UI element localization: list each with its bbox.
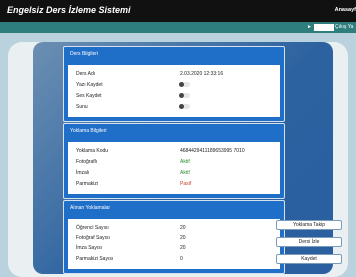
toggle-knob bbox=[179, 93, 184, 98]
attendance-info-body: Yoklama Kodu 4684429411189653995 7010 Fo… bbox=[68, 142, 280, 194]
photo-label: Fotoğraflı bbox=[76, 159, 98, 165]
presentation-label: Sunu bbox=[76, 104, 88, 110]
nav-home-link[interactable]: Anasayf bbox=[335, 7, 356, 13]
course-info-body: Ders Adı 2.03.2020 12:33:16 Yazı Kaydet … bbox=[68, 65, 280, 117]
photo-count-value: 20 bbox=[180, 235, 186, 241]
arrow-icon: ► bbox=[307, 24, 312, 30]
main-area: Ders Bilgileri Ders Adı 2.03.2020 12:33:… bbox=[0, 33, 356, 277]
course-info-panel: Ders Bilgileri Ders Adı 2.03.2020 12:33:… bbox=[63, 46, 285, 122]
signature-count-value: 20 bbox=[180, 245, 186, 251]
audio-record-toggle[interactable] bbox=[179, 93, 190, 98]
text-record-label: Yazı Kaydet bbox=[76, 82, 103, 88]
audio-record-label: Ses Kaydet bbox=[76, 93, 102, 99]
logout-link[interactable]: Çıkış Ya bbox=[335, 24, 353, 30]
attendance-code-value: 4684429411189653995 7010 bbox=[180, 148, 245, 154]
student-count-value: 20 bbox=[180, 225, 186, 231]
course-info-title: Ders Bilgileri bbox=[70, 51, 99, 57]
taken-attendance-body: Öğrenci Sayısı 20 Fotoğraf Sayısı 20 İmz… bbox=[68, 219, 280, 269]
content-frame: Ders Bilgileri Ders Adı 2.03.2020 12:33:… bbox=[8, 42, 348, 277]
photo-count-label: Fotoğraf Sayısı bbox=[76, 235, 110, 241]
sub-bar: ► Çıkış Ya bbox=[0, 22, 356, 33]
signature-status: Aktif bbox=[180, 170, 190, 176]
taken-attendance-panel: Alınan Yoklamalar Öğrenci Sayısı 20 Foto… bbox=[63, 200, 285, 274]
presentation-toggle[interactable] bbox=[179, 104, 190, 109]
attendance-info-panel: Yoklama Bilgileri Yoklama Kodu 468442941… bbox=[63, 123, 285, 199]
toggle-knob bbox=[179, 82, 184, 87]
fingerprint-status: Pasif bbox=[180, 181, 192, 187]
course-name-value: 2.03.2020 12:33:16 bbox=[180, 71, 224, 77]
taken-attendance-title: Alınan Yoklamalar bbox=[70, 205, 111, 211]
toggle-knob bbox=[179, 104, 184, 109]
save-button[interactable]: Kaydet bbox=[276, 254, 342, 264]
top-bar: Engelsiz Ders İzleme Sistemi Anasayf bbox=[0, 0, 356, 22]
signature-label: İmzalı bbox=[76, 170, 90, 176]
fingerprint-count-value: 0 bbox=[180, 256, 183, 262]
attendance-info-title: Yoklama Bilgileri bbox=[70, 128, 107, 134]
photo-status: Aktif bbox=[180, 159, 190, 165]
signature-count-label: İmza Sayısı bbox=[76, 245, 103, 251]
student-count-label: Öğrenci Sayısı bbox=[76, 225, 109, 231]
user-field[interactable] bbox=[314, 24, 334, 31]
fingerprint-label: Parmakizi bbox=[76, 181, 98, 187]
attendance-code-label: Yoklama Kodu bbox=[76, 148, 109, 154]
course-name-label: Ders Adı bbox=[76, 71, 96, 77]
text-record-toggle[interactable] bbox=[179, 82, 190, 87]
attendance-tracking-button[interactable]: Yoklama Takip bbox=[276, 220, 342, 230]
app-title: Engelsiz Ders İzleme Sistemi bbox=[7, 5, 131, 15]
watch-course-button[interactable]: Dersi İzle bbox=[276, 237, 342, 247]
fingerprint-count-label: Parmakizi Sayısı bbox=[76, 256, 114, 262]
